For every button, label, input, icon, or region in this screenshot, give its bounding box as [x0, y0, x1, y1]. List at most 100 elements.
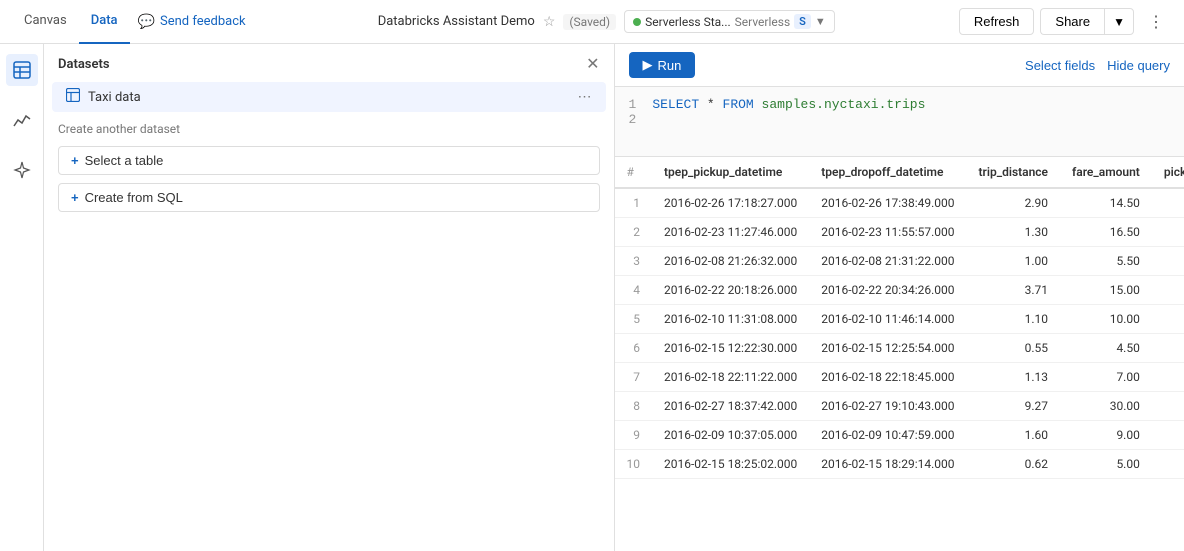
cell-6-2: 2016-02-18 22:18:45.000	[809, 363, 966, 392]
datasets-icon-button[interactable]	[6, 54, 38, 86]
cluster-type: Serverless	[735, 15, 791, 29]
cell-8-5: 10199	[1152, 421, 1184, 450]
col-header-zip: pickup_zip	[1152, 157, 1184, 188]
cell-8-4: 9.00	[1060, 421, 1152, 450]
col-header-pickup: tpep_pickup_datetime	[652, 157, 809, 188]
cell-4-3: 1.10	[967, 305, 1061, 334]
cell-2-1: 2016-02-08 21:26:32.000	[652, 247, 809, 276]
send-feedback-button[interactable]: 💬 Send feedback	[130, 14, 254, 30]
hide-query-button[interactable]: Hide query	[1107, 58, 1170, 73]
plus-icon: +	[71, 153, 79, 168]
query-toolbar: ▶ Run Select fields Hide query	[615, 44, 1184, 87]
table-row: 52016-02-10 11:31:08.0002016-02-10 11:46…	[615, 305, 1184, 334]
cell-6-3: 1.13	[967, 363, 1061, 392]
col-header-dropoff: tpep_dropoff_datetime	[809, 157, 966, 188]
plus-icon-sql: +	[71, 190, 79, 205]
table-icon	[13, 61, 31, 79]
taxi-data-item[interactable]: Taxi data ⋯	[52, 82, 606, 112]
dataset-table-icon	[66, 88, 80, 106]
sparkle-icon	[13, 161, 31, 179]
select-fields-button[interactable]: Select fields	[1025, 58, 1095, 73]
line-num-1: 1	[629, 97, 637, 112]
table-row: 22016-02-23 11:27:46.0002016-02-23 11:55…	[615, 218, 1184, 247]
feedback-icon: 💬	[138, 14, 155, 30]
cell-3-2: 2016-02-22 20:34:26.000	[809, 276, 966, 305]
query-actions: Select fields Hide query	[1025, 58, 1170, 73]
chart-icon-button[interactable]	[6, 104, 38, 136]
col-header-distance: trip_distance	[967, 157, 1061, 188]
cluster-size-badge: S	[794, 14, 811, 29]
saved-badge: (Saved)	[563, 14, 616, 30]
cell-6-0: 7	[615, 363, 653, 392]
cluster-name: Serverless Sta...	[645, 15, 731, 29]
cell-6-4: 7.00	[1060, 363, 1152, 392]
more-options-button[interactable]: ⋮	[1140, 7, 1172, 37]
cluster-selector[interactable]: Serverless Sta... Serverless S ▼	[624, 10, 835, 33]
cell-5-1: 2016-02-15 12:22:30.000	[652, 334, 809, 363]
cell-0-1: 2016-02-26 17:18:27.000	[652, 188, 809, 218]
taxi-data-item-left: Taxi data	[66, 88, 141, 106]
cell-8-0: 9	[615, 421, 653, 450]
cell-7-2: 2016-02-27 19:10:43.000	[809, 392, 966, 421]
sparkle-icon-button[interactable]	[6, 154, 38, 186]
cell-3-5: 10029	[1152, 276, 1184, 305]
data-tab-label: Data	[91, 13, 118, 28]
table-row: 102016-02-15 18:25:02.0002016-02-15 18:2…	[615, 450, 1184, 479]
sql-line-1: 1SELECT * FROM samples.nyctaxi.trips	[629, 97, 1171, 112]
run-button[interactable]: ▶ Run	[629, 52, 696, 78]
cell-7-1: 2016-02-27 18:37:42.000	[652, 392, 809, 421]
cell-2-2: 2016-02-08 21:31:22.000	[809, 247, 966, 276]
table-row: 12016-02-26 17:18:27.0002016-02-26 17:38…	[615, 188, 1184, 218]
cell-7-5: 10025	[1152, 392, 1184, 421]
share-dropdown-button[interactable]: ▼	[1104, 8, 1134, 35]
share-group: Share ▼	[1040, 8, 1134, 35]
cell-5-3: 0.55	[967, 334, 1061, 363]
cell-9-0: 10	[615, 450, 653, 479]
main-layout: Datasets ✕ Taxi data ⋯ Create another da…	[0, 44, 1184, 551]
cell-3-0: 4	[615, 276, 653, 305]
create-from-sql-button[interactable]: + Create from SQL	[58, 183, 600, 212]
run-label: Run	[658, 58, 682, 73]
cell-0-0: 1	[615, 188, 653, 218]
cell-2-0: 3	[615, 247, 653, 276]
cell-0-3: 2.90	[967, 188, 1061, 218]
cell-9-1: 2016-02-15 18:25:02.000	[652, 450, 809, 479]
dataset-name: Taxi data	[88, 90, 141, 105]
col-header-fare: fare_amount	[1060, 157, 1152, 188]
star-icon[interactable]: ☆	[543, 14, 556, 30]
cell-1-1: 2016-02-23 11:27:46.000	[652, 218, 809, 247]
content-area: ▶ Run Select fields Hide query 1SELECT *…	[615, 44, 1184, 551]
cell-4-1: 2016-02-10 11:31:08.000	[652, 305, 809, 334]
select-table-button[interactable]: + Select a table	[58, 146, 600, 175]
cluster-chevron-icon: ▼	[815, 15, 826, 28]
col-header-num: #	[615, 157, 653, 188]
tab-canvas[interactable]: Canvas	[12, 0, 79, 44]
table-row: 32016-02-08 21:26:32.0002016-02-08 21:31…	[615, 247, 1184, 276]
share-button[interactable]: Share	[1040, 8, 1104, 35]
dataset-more-button[interactable]: ⋯	[578, 89, 592, 105]
tab-data[interactable]: Data	[79, 0, 130, 44]
cell-5-4: 4.50	[1060, 334, 1152, 363]
app-title: Databricks Assistant Demo	[378, 14, 535, 29]
cell-2-3: 1.00	[967, 247, 1061, 276]
sql-editor[interactable]: 1SELECT * FROM samples.nyctaxi.trips 2	[615, 87, 1184, 157]
canvas-tab-label: Canvas	[24, 13, 67, 28]
cell-6-5: 10021	[1152, 363, 1184, 392]
cell-9-3: 0.62	[967, 450, 1061, 479]
refresh-button[interactable]: Refresh	[959, 8, 1035, 35]
nav-right: Refresh Share ▼ ⋮	[959, 7, 1172, 37]
create-from-sql-label: Create from SQL	[85, 190, 183, 205]
data-table: # tpep_pickup_datetime tpep_dropoff_date…	[615, 157, 1184, 479]
cluster-status-dot	[633, 18, 641, 26]
sql-line-2: 2	[629, 112, 1171, 127]
nav-center: Databricks Assistant Demo ☆ (Saved) Serv…	[254, 10, 959, 33]
sidebar-panel: Datasets ✕ Taxi data ⋯ Create another da…	[44, 44, 615, 551]
cell-4-2: 2016-02-10 11:46:14.000	[809, 305, 966, 334]
data-table-wrapper: # tpep_pickup_datetime tpep_dropoff_date…	[615, 157, 1184, 551]
cell-4-0: 5	[615, 305, 653, 334]
close-datasets-button[interactable]: ✕	[586, 54, 599, 74]
cell-2-5: 10065	[1152, 247, 1184, 276]
cell-9-4: 5.00	[1060, 450, 1152, 479]
cell-2-4: 5.50	[1060, 247, 1152, 276]
datasets-title: Datasets	[58, 57, 110, 72]
